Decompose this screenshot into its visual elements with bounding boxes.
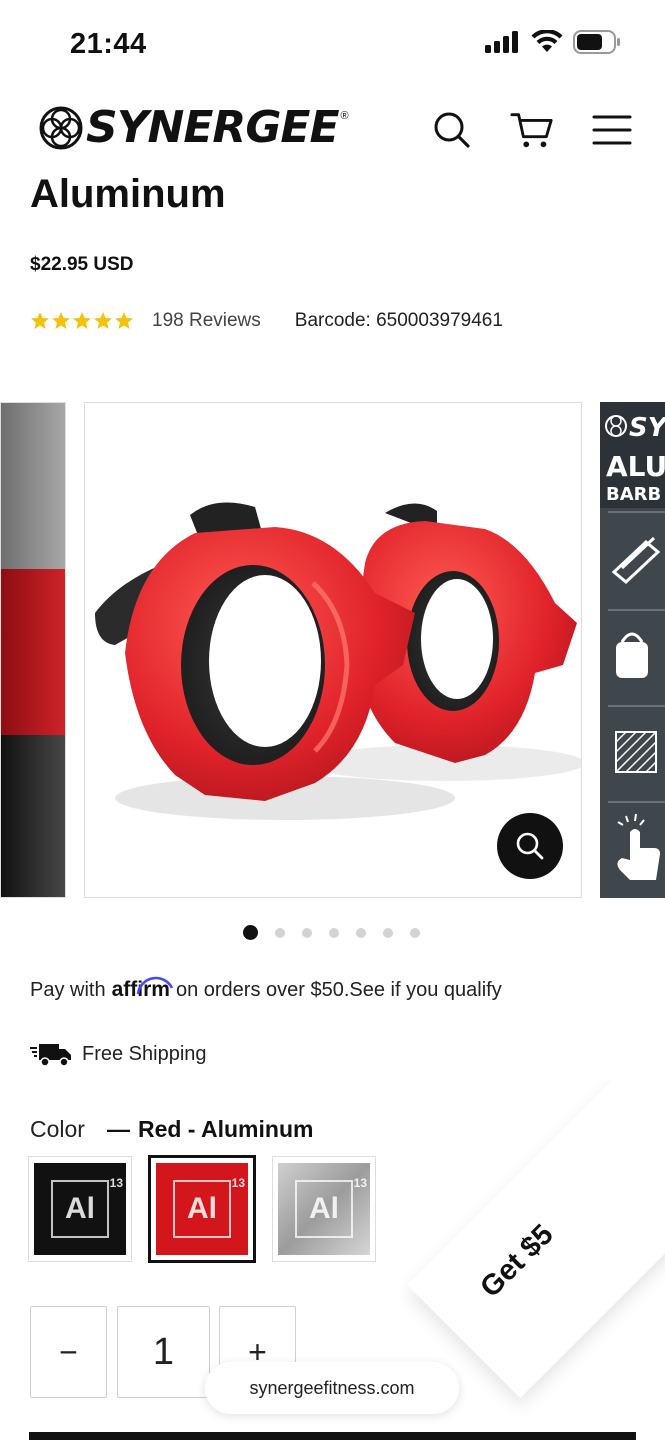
next-slide[interactable]: SY ALU BARB (600, 402, 665, 898)
barcode-text: Barcode: 650003979461 (294, 310, 503, 331)
add-to-cart-bar-edge[interactable] (29, 1432, 636, 1440)
gallery-pagination (243, 925, 420, 940)
pagination-dot[interactable] (302, 927, 312, 938)
swatch-number: 13 (231, 1176, 245, 1190)
wifi-icon (531, 30, 563, 52)
star-icon (94, 312, 112, 329)
cart-icon (510, 113, 553, 148)
browser-url-bar[interactable]: synergeefitness.com (205, 1362, 459, 1414)
signal-icon (485, 31, 518, 53)
next-slide-image: SY ALU BARB (600, 402, 665, 880)
color-dash: — (106, 1116, 130, 1142)
aluminum-symbol-icon: Al 13 (51, 1176, 123, 1238)
main-product-slide[interactable] (84, 402, 582, 898)
brand-logo[interactable]: SYNERGEE ® (38, 102, 349, 153)
swatch-number: 13 (109, 1176, 123, 1190)
pagination-dot[interactable] (356, 927, 366, 938)
status-time: 21:44 (70, 28, 147, 60)
previous-slide[interactable] (0, 402, 66, 898)
star-icon (115, 312, 133, 329)
affirm-qualify-link[interactable]: See if you qualify (349, 979, 501, 1002)
menu-button[interactable] (590, 108, 634, 152)
free-shipping-label: Free Shipping (82, 1042, 207, 1065)
affirm-suffix: on orders over $50. (175, 979, 350, 1001)
swatch-red-fill: Al 13 (156, 1163, 248, 1255)
color-label: Color (30, 1116, 85, 1142)
brand-registered-mark: ® (340, 110, 349, 122)
pagination-dot[interactable] (383, 927, 393, 938)
search-button[interactable] (430, 108, 474, 152)
status-icons (485, 30, 621, 54)
swatch-red[interactable]: Al 13 (148, 1155, 256, 1263)
brand-name: SYNERGEE (86, 102, 340, 153)
affirm-financing-row: Pay with affirm on orders over $50. See i… (30, 976, 502, 1002)
reviews-link[interactable]: 198 Reviews (152, 310, 261, 332)
swatch-black[interactable]: Al 13 (28, 1156, 132, 1262)
affirm-arc-icon (136, 976, 173, 995)
star-icon (52, 312, 70, 329)
cart-button[interactable] (510, 108, 554, 152)
star-icon (31, 312, 49, 329)
star-icon (73, 312, 91, 329)
delivery-truck-icon (30, 1044, 71, 1067)
product-title: Aluminum (30, 172, 226, 216)
product-gallery[interactable]: SY ALU BARB (0, 400, 665, 900)
affirm-prefix: Pay with (30, 979, 106, 1001)
status-bar: 21:44 (0, 0, 665, 90)
selected-color-value: Red - Aluminum (137, 1116, 314, 1142)
logo-mark-icon (39, 106, 83, 149)
battery-icon (573, 30, 620, 54)
site-header: SYNERGEE ® (0, 96, 665, 166)
aluminum-symbol-icon: Al 13 (173, 1176, 245, 1238)
quantity-decrease-button[interactable]: − (30, 1306, 107, 1398)
zoom-search-icon (516, 832, 544, 860)
swatch-symbol: Al (65, 1192, 95, 1225)
swatch-symbol: Al (309, 1192, 339, 1225)
rating-row: 198 Reviews Barcode: 650003979461 (30, 310, 503, 332)
pagination-dot[interactable] (275, 927, 285, 938)
star-rating[interactable] (30, 311, 134, 331)
hamburger-menu-icon (592, 115, 632, 145)
pagination-dot[interactable] (410, 927, 420, 938)
search-icon (434, 112, 470, 148)
product-price: $22.95 USD (30, 254, 134, 275)
pagination-dot[interactable] (329, 927, 339, 938)
color-selector-header: Color — Red - Aluminum (30, 1116, 313, 1143)
quantity-input[interactable]: 1 (117, 1306, 210, 1398)
previous-slide-image (1, 403, 65, 897)
next-slide-heading-3: BARB (606, 484, 661, 505)
next-slide-heading-2: ALU (606, 450, 665, 483)
free-shipping-row: Free Shipping (30, 1040, 207, 1068)
zoom-button[interactable] (497, 813, 563, 879)
pagination-dot-active[interactable] (243, 925, 258, 940)
next-slide-heading-1: SY (629, 413, 665, 443)
swatch-symbol: Al (187, 1192, 217, 1225)
affirm-logo: affirm (112, 976, 173, 1002)
swatch-black-fill: Al 13 (34, 1163, 126, 1255)
